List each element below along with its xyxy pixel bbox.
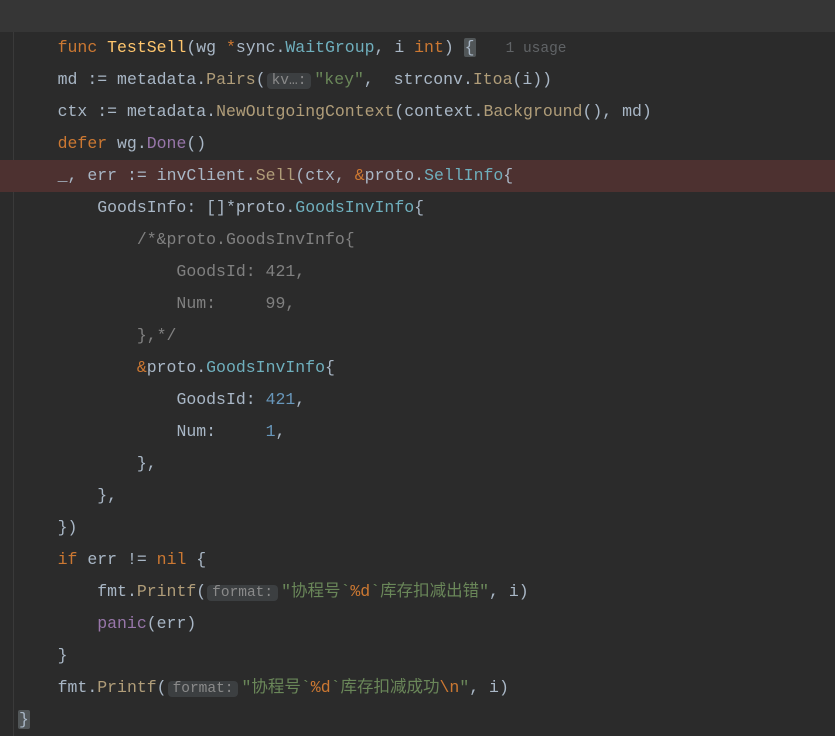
call: Pairs [206, 70, 256, 89]
code-line[interactable]: GoodsId: 421, [0, 384, 835, 416]
escape: \n [440, 678, 460, 697]
op: := [97, 102, 117, 121]
brace: }, [137, 454, 157, 473]
code-line[interactable]: }, [0, 480, 835, 512]
pkg: strconv [394, 70, 463, 89]
keyword-if: if [58, 550, 78, 569]
brace: } [58, 646, 68, 665]
comma: , [275, 422, 285, 441]
code-line[interactable]: md := metadata.Pairs(kv…:"key", strconv.… [0, 64, 835, 96]
pkg: fmt [58, 678, 88, 697]
pkg: proto [147, 358, 197, 377]
number: 1 [266, 422, 276, 441]
call: Background [483, 102, 582, 121]
arg: md [622, 102, 642, 121]
comment: Num: 99, [137, 294, 295, 313]
code-line[interactable]: func TestSell(wg *sync.WaitGroup, i int)… [0, 0, 835, 32]
field: Num: [176, 422, 265, 441]
code-line[interactable]: } [0, 704, 835, 736]
pkg: metadata [117, 70, 196, 89]
code-line[interactable]: fmt.Printf(format:"协程号`%d`库存扣减成功\n", i) [0, 672, 835, 704]
var: md [58, 70, 78, 89]
arr: []* [206, 198, 236, 217]
code-line[interactable]: Num: 1, [0, 416, 835, 448]
call: Itoa [473, 70, 513, 89]
string: `库存扣减出错" [370, 582, 489, 601]
amp: & [355, 166, 365, 185]
code-line[interactable]: } [0, 640, 835, 672]
code-line[interactable]: panic(err) [0, 608, 835, 640]
op: := [87, 70, 107, 89]
code-line[interactable]: if err != nil { [0, 544, 835, 576]
comment: /*&proto.GoodsInvInfo{ [137, 230, 355, 249]
arg: i [489, 678, 499, 697]
format-verb: %d [350, 582, 370, 601]
type: GoodsInvInfo [295, 198, 414, 217]
field: GoodsId: [176, 390, 265, 409]
code-line[interactable]: &proto.GoodsInvInfo{ [0, 352, 835, 384]
keyword-defer: defer [58, 134, 108, 153]
pkg: context [404, 102, 473, 121]
var: err [87, 166, 117, 185]
type: GoodsInvInfo [206, 358, 325, 377]
param-hint: format: [207, 585, 278, 601]
code-editor[interactable]: func TestSell(wg *sync.WaitGroup, i int)… [0, 0, 835, 736]
call: NewOutgoingContext [216, 102, 394, 121]
type: SellInfo [424, 166, 503, 185]
pkg: fmt [97, 582, 127, 601]
code-line[interactable]: }) [0, 512, 835, 544]
code-line[interactable]: /*&proto.GoodsInvInfo{ [0, 224, 835, 256]
number: 421 [266, 390, 296, 409]
method: Done [147, 134, 187, 153]
code-line[interactable]: ctx := metadata.NewOutgoingContext(conte… [0, 96, 835, 128]
comma: , [295, 390, 305, 409]
var: err [87, 550, 117, 569]
string: "协程号` [281, 582, 350, 601]
brace: } [18, 710, 30, 729]
format-verb: %d [311, 678, 331, 697]
method: Sell [256, 166, 296, 185]
call: Printf [137, 582, 196, 601]
code-line[interactable]: defer wg.Done() [0, 128, 835, 160]
code-line[interactable]: fmt.Printf(format:"协程号`%d`库存扣减出错", i) [0, 576, 835, 608]
field: GoodsInfo: [97, 198, 196, 217]
pkg: proto [365, 166, 415, 185]
string: " [459, 678, 469, 697]
var: invClient [157, 166, 246, 185]
op: := [127, 166, 147, 185]
call: Printf [97, 678, 156, 697]
code-line[interactable]: Num: 99, [0, 288, 835, 320]
pkg: proto [236, 198, 286, 217]
brace: }) [58, 518, 78, 537]
arg: ctx [305, 166, 335, 185]
var: ctx [58, 102, 88, 121]
op: != [127, 550, 147, 569]
pkg: metadata [127, 102, 206, 121]
var: wg [117, 134, 137, 153]
nil: nil [157, 550, 187, 569]
code-line[interactable]: }, [0, 448, 835, 480]
comment: },*/ [137, 326, 177, 345]
amp: & [137, 358, 147, 377]
string: `库存扣减成功 [331, 678, 440, 697]
code-line[interactable] [0, 32, 835, 64]
blank: _ [58, 166, 68, 185]
brace: }, [97, 486, 117, 505]
param-hint: format: [168, 681, 239, 697]
arg: err [157, 614, 187, 633]
param-hint: kv…: [267, 73, 312, 89]
builtin-panic: panic [97, 614, 147, 633]
code-line[interactable]: GoodsInfo: []*proto.GoodsInvInfo{ [0, 192, 835, 224]
arg: i [509, 582, 519, 601]
code-line[interactable]: GoodsId: 421, [0, 256, 835, 288]
arg: i [522, 70, 532, 89]
code-line[interactable]: _, err := invClient.Sell(ctx, &proto.Sel… [0, 160, 835, 192]
comment: GoodsId: 421, [137, 262, 305, 281]
string: "key" [314, 70, 364, 89]
code-line[interactable]: },*/ [0, 320, 835, 352]
string: "协程号` [241, 678, 310, 697]
